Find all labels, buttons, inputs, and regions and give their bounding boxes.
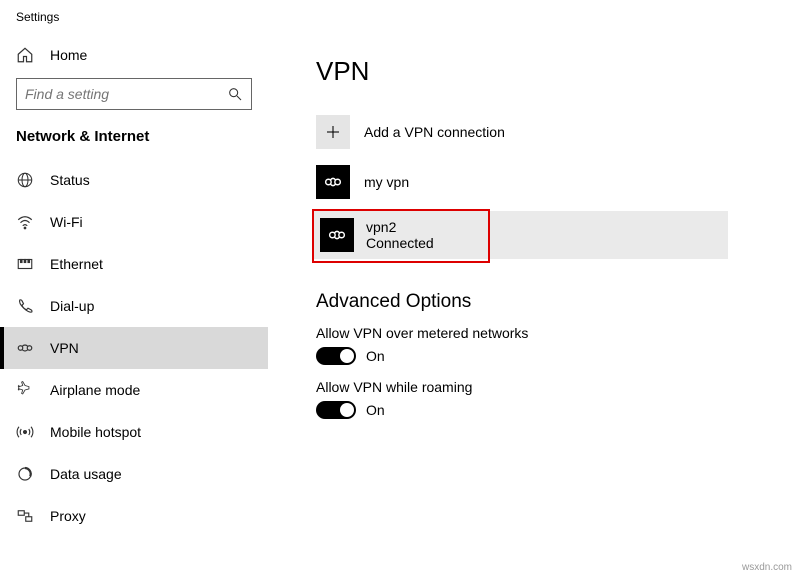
advanced-options-heading: Advanced Options — [316, 291, 780, 313]
sidebar-label: Wi-Fi — [50, 214, 83, 230]
vpn-entry-myvpn[interactable]: my vpn — [316, 157, 780, 207]
home-nav-item[interactable]: Home — [0, 36, 268, 78]
window-title: Settings — [0, 0, 800, 30]
watermark: wsxdn.com — [742, 562, 792, 573]
roaming-toggle[interactable] — [316, 401, 356, 419]
datausage-icon — [16, 465, 34, 483]
vpn-tile-icon — [320, 218, 354, 252]
sidebar-label: Data usage — [50, 466, 122, 482]
sidebar-label: Mobile hotspot — [50, 424, 141, 440]
vpn-entry-vpn2[interactable]: vpn2 Connected — [314, 211, 728, 259]
metered-label: Allow VPN over metered networks — [316, 325, 780, 341]
phone-icon — [16, 297, 34, 315]
sidebar-item-proxy[interactable]: Proxy — [0, 495, 268, 537]
vpn-tile-icon — [316, 165, 350, 199]
sidebar-label: Dial-up — [50, 298, 94, 314]
metered-toggle[interactable] — [316, 347, 356, 365]
sidebar-label: VPN — [50, 340, 79, 356]
category-header: Network & Internet — [0, 128, 268, 159]
home-label: Home — [50, 47, 87, 63]
metered-state: On — [366, 348, 385, 364]
sidebar-label: Airplane mode — [50, 382, 140, 398]
add-vpn-button[interactable]: Add a VPN connection — [316, 107, 780, 157]
sidebar-item-airplane[interactable]: Airplane mode — [0, 369, 268, 411]
search-icon — [227, 86, 243, 102]
home-icon — [16, 46, 34, 64]
globe-icon — [16, 171, 34, 189]
plus-icon — [316, 115, 350, 149]
sidebar-item-wifi[interactable]: Wi-Fi — [0, 201, 268, 243]
vpn-name: vpn2 — [366, 219, 434, 235]
sidebar-label: Proxy — [50, 508, 86, 524]
wifi-icon — [16, 213, 34, 231]
sidebar-label: Ethernet — [50, 256, 103, 272]
sidebar-item-dialup[interactable]: Dial-up — [0, 285, 268, 327]
roaming-label: Allow VPN while roaming — [316, 379, 780, 395]
sidebar-item-hotspot[interactable]: Mobile hotspot — [0, 411, 268, 453]
sidebar-item-status[interactable]: Status — [0, 159, 268, 201]
sidebar-item-datausage[interactable]: Data usage — [0, 453, 268, 495]
proxy-icon — [16, 507, 34, 525]
hotspot-icon — [16, 423, 34, 441]
ethernet-icon — [16, 255, 34, 273]
sidebar: Home Network & Internet Status Wi-Fi — [0, 30, 268, 577]
vpn-icon — [16, 339, 34, 357]
airplane-icon — [16, 381, 34, 399]
vpn-status: Connected — [366, 235, 434, 251]
page-title: VPN — [316, 56, 780, 87]
add-vpn-label: Add a VPN connection — [364, 124, 505, 140]
search-field[interactable] — [25, 86, 227, 102]
search-input[interactable] — [16, 78, 252, 110]
sidebar-label: Status — [50, 172, 90, 188]
sidebar-item-vpn[interactable]: VPN — [0, 327, 268, 369]
vpn-name: my vpn — [364, 174, 409, 190]
main-content: VPN Add a VPN connection my vpn vpn2 — [268, 30, 800, 577]
roaming-state: On — [366, 402, 385, 418]
sidebar-item-ethernet[interactable]: Ethernet — [0, 243, 268, 285]
